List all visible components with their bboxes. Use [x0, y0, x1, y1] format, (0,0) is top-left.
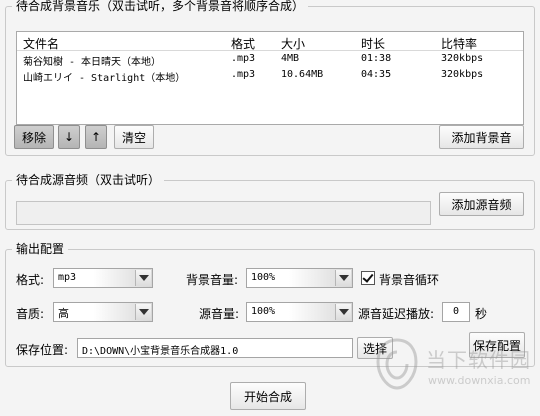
delay-input[interactable]: 0: [442, 302, 470, 322]
delay-unit: 秒: [475, 307, 488, 321]
source-volume-value: 100%: [251, 306, 276, 317]
clear-button[interactable]: 清空: [114, 125, 154, 149]
source-audio-group: 待合成源音频（双击试听） 添加源音频: [5, 173, 535, 230]
table-header: 文件名 格式 大小 时长 比特率: [17, 32, 523, 51]
loop-checkbox[interactable]: [361, 271, 375, 285]
cell-bitrate: 320kbps: [441, 53, 484, 64]
output-config-group: 输出配置 格式: mp3 背景音量: 100% 背景音循环 音质: 高 源音量:…: [5, 242, 535, 367]
bg-volume-value: 100%: [251, 272, 276, 283]
cell-filename: 山崎エリイ - Starlight（本地）: [23, 73, 186, 84]
loop-label[interactable]: 背景音循环: [379, 271, 439, 288]
source-volume-select[interactable]: 100%: [246, 302, 353, 322]
chevron-down-icon[interactable]: [135, 304, 151, 320]
save-path-label: 保存位置:: [16, 343, 69, 357]
bg-music-group-title: 待合成背景音乐（双击试听，多个背景音将顺序合成）: [12, 0, 309, 13]
format-select[interactable]: mp3: [53, 268, 153, 288]
move-up-button[interactable]: ↑: [85, 125, 107, 149]
cell-duration: 01:38: [361, 53, 392, 64]
cell-bitrate: 320kbps: [441, 69, 484, 80]
cell-format: .mp3: [231, 53, 256, 64]
bg-volume-label: 背景音量:: [186, 273, 239, 287]
column-header-duration[interactable]: 时长: [361, 35, 385, 52]
format-label: 格式:: [16, 273, 45, 287]
table-row[interactable]: 山崎エリイ - Starlight（本地） .mp3 10.64MB 04:35…: [17, 67, 523, 84]
bg-music-table[interactable]: 文件名 格式 大小 时长 比特率 菊谷知樹 - 本日晴天（本地） .mp3 4M…: [16, 31, 524, 125]
cell-filename: 菊谷知樹 - 本日晴天（本地）: [23, 57, 162, 68]
watermark-url: www.downxia.com: [428, 374, 531, 387]
chevron-down-icon[interactable]: [335, 304, 351, 320]
output-config-group-title: 输出配置: [12, 242, 69, 256]
move-down-button[interactable]: ↓: [58, 125, 80, 149]
column-header-format[interactable]: 格式: [231, 35, 255, 52]
source-volume-label: 源音量:: [199, 307, 240, 321]
cell-size: 10.64MB: [281, 69, 324, 80]
quality-value: 高: [58, 307, 69, 320]
bg-volume-select[interactable]: 100%: [246, 268, 353, 288]
source-audio-list[interactable]: [16, 201, 431, 225]
add-source-audio-button[interactable]: 添加源音频: [439, 192, 524, 216]
save-config-button[interactable]: 保存配置: [469, 332, 525, 358]
start-merge-button[interactable]: 开始合成: [230, 382, 306, 410]
cell-format: .mp3: [231, 69, 256, 80]
format-value: mp3: [58, 272, 77, 283]
column-header-filename[interactable]: 文件名: [23, 35, 59, 52]
quality-select[interactable]: 高: [53, 302, 153, 322]
quality-label: 音质:: [16, 307, 45, 321]
save-path-input[interactable]: D:\DOWN\小宝背景音乐合成器1.0: [77, 338, 353, 358]
cell-size: 4MB: [281, 53, 300, 64]
table-row[interactable]: 菊谷知樹 - 本日晴天（本地） .mp3 4MB 01:38 320kbps: [17, 51, 523, 68]
save-path-value: D:\DOWN\小宝背景音乐合成器1.0: [82, 346, 239, 357]
delay-label: 源音延迟播放:: [358, 307, 435, 321]
column-header-size[interactable]: 大小: [281, 35, 305, 52]
bg-music-group: 待合成背景音乐（双击试听，多个背景音将顺序合成） 文件名 格式 大小 时长 比特…: [5, 0, 535, 156]
remove-button[interactable]: 移除: [14, 125, 54, 149]
column-header-bitrate[interactable]: 比特率: [441, 35, 477, 52]
chevron-down-icon[interactable]: [335, 270, 351, 286]
add-bg-music-button[interactable]: 添加背景音: [439, 125, 524, 149]
browse-button[interactable]: 选择: [357, 337, 393, 359]
delay-value: 0: [453, 306, 460, 317]
chevron-down-icon[interactable]: [135, 270, 151, 286]
source-audio-group-title: 待合成源音频（双击试听）: [12, 173, 165, 187]
cell-duration: 04:35: [361, 69, 392, 80]
